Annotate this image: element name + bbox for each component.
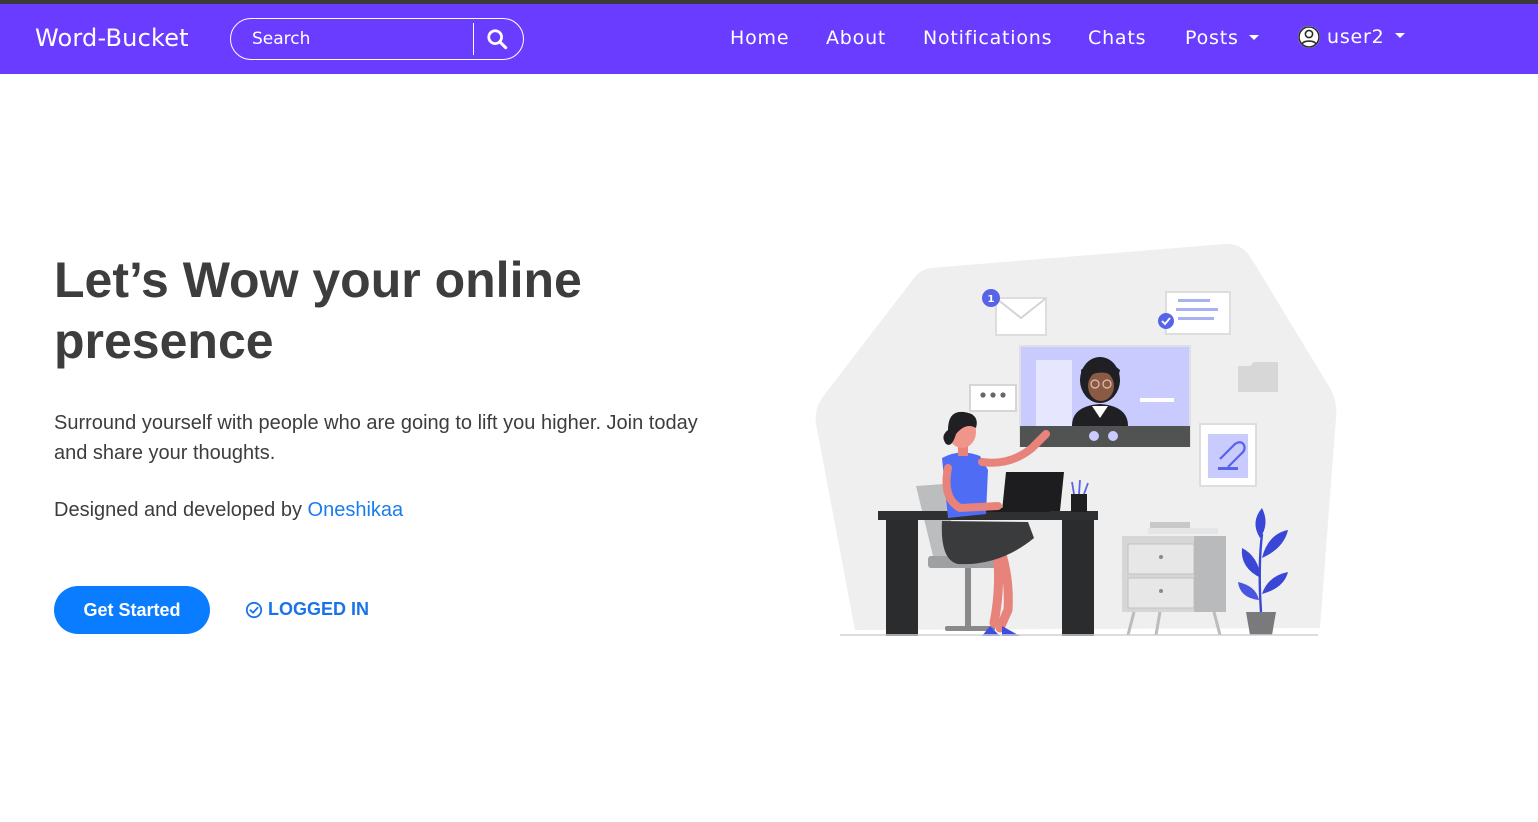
attachment-icon [1199,423,1257,487]
logged-in-status[interactable]: LOGGED IN [245,599,369,620]
nav-posts-label: Posts [1185,27,1239,49]
nav-about[interactable]: About [826,27,886,49]
nav-user-dropdown[interactable]: user2 [1297,25,1405,54]
user-circle-icon [1298,26,1320,48]
nav-notifications[interactable]: Notifications [923,27,1052,49]
check-circle-icon [245,601,263,618]
mail-badge-count: 1 [988,294,995,305]
search-input[interactable] [231,19,473,59]
chevron-down-icon [1248,34,1259,40]
search-divider [473,23,474,55]
credit-prefix: Designed and developed by [54,499,308,521]
chevron-down-icon [1394,33,1405,38]
nav-chats[interactable]: Chats [1088,27,1146,49]
message-bubble-icon [1158,291,1231,335]
search-icon [487,29,508,50]
navbar: Word-Bucket Home About Notifications Cha… [0,4,1538,74]
brand-logo[interactable]: Word-Bucket [35,24,189,52]
hero-description: Surround yourself with people who are go… [54,412,698,464]
credit-line: Designed and developed by Oneshikaa [54,499,403,522]
folder-icon [1238,362,1278,392]
nav-home[interactable]: Home [730,27,789,49]
credit-author-link[interactable]: Oneshikaa [308,499,404,521]
get-started-button[interactable]: Get Started [54,586,210,634]
search-form [230,18,524,60]
hero-illustration: 1 [815,243,1337,636]
hero-title: Let’s Wow your online presence [54,252,582,369]
search-button[interactable] [481,25,513,53]
typing-bubble-icon [969,384,1017,412]
nav-posts-dropdown[interactable]: Posts [1185,27,1259,49]
logged-in-label: LOGGED IN [268,599,370,619]
nav-user-label: user2 [1327,26,1385,48]
